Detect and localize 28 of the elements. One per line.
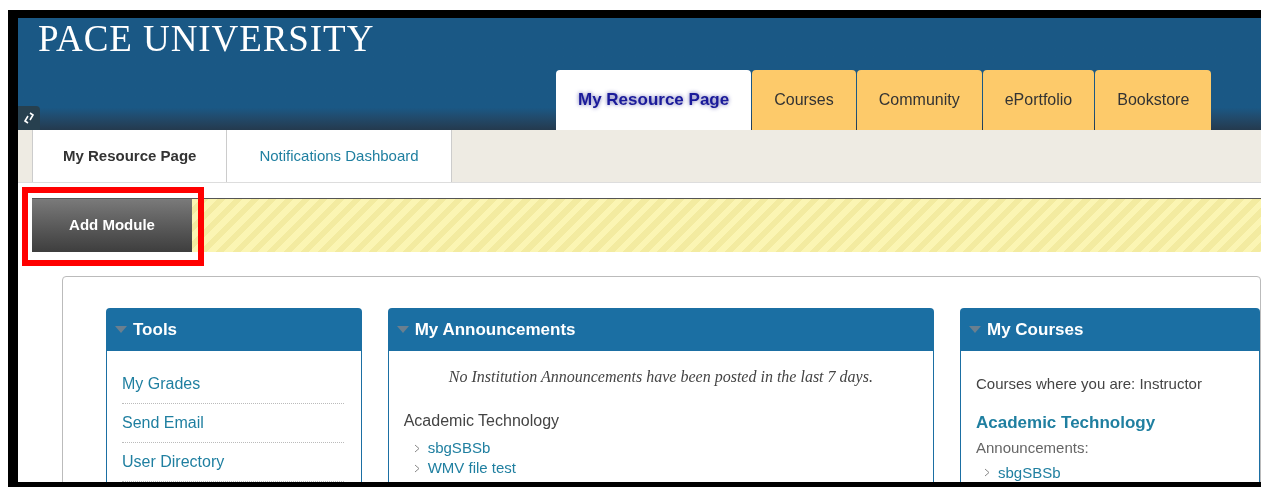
- module-title: My Courses: [987, 319, 1084, 342]
- module-title: Tools: [133, 319, 178, 342]
- role-label: Courses where you are: Instructor: [976, 374, 1203, 394]
- link-icon[interactable]: [18, 106, 40, 130]
- module-title: My Announcements: [414, 319, 576, 342]
- collapse-icon[interactable]: [969, 326, 981, 334]
- announcements-label: Announcements:: [976, 438, 1090, 458]
- site-title: PACE UNIVERSITY: [38, 18, 375, 60]
- item-link[interactable]: sbgSBSb: [427, 439, 491, 457]
- sub-tab[interactable]: Notifications Dashboard: [227, 130, 452, 182]
- tool-link[interactable]: My Grades: [122, 365, 344, 404]
- item-link[interactable]: WMV file test: [427, 459, 517, 477]
- chevron-icon: [984, 468, 990, 477]
- nav-tab[interactable]: My Resource Page: [556, 70, 752, 130]
- group-label: Academic Technology: [403, 411, 561, 431]
- collapse-icon[interactable]: [396, 326, 409, 334]
- course-link[interactable]: Academic Technology: [976, 409, 1244, 435]
- collapse-icon[interactable]: [115, 326, 127, 334]
- sub-tab[interactable]: My Resource Page: [32, 130, 228, 182]
- tool-link[interactable]: User Directory: [122, 443, 344, 482]
- notice-text: No Institution Announcements have been posted in the last 7 days.: [447, 367, 874, 388]
- nav-tab[interactable]: Community: [856, 70, 982, 130]
- nav-tab[interactable]: Bookstore: [1095, 70, 1212, 130]
- tool-link[interactable]: Send Email: [122, 404, 344, 443]
- nav-tab[interactable]: ePortfolio: [982, 70, 1095, 130]
- item-link[interactable]: sbgSBSb: [998, 463, 1061, 482]
- nav-tab[interactable]: Courses: [752, 70, 856, 130]
- add-module-button[interactable]: Add Module: [32, 199, 192, 252]
